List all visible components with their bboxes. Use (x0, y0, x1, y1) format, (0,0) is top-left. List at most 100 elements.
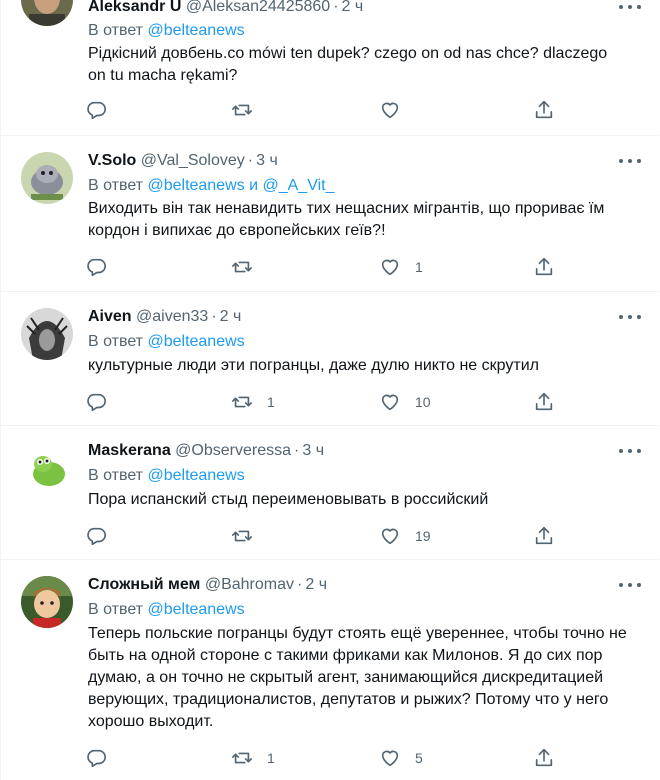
tweet-feed: Aleksandr U @Aleksan24425860 · 2 ч В ответ… (0, 0, 660, 780)
reply-prefix: В ответ (88, 333, 144, 350)
tweet-header: Aiven @aiven33 · 2 ч (88, 307, 599, 327)
display-name[interactable]: Сложный мем (88, 576, 200, 593)
like-icon (381, 102, 399, 119)
like-button[interactable] (379, 98, 415, 122)
tweet-header: Maskerana @Observeressa · 3 ч (88, 441, 599, 461)
like-button[interactable]: 1 (379, 255, 423, 279)
reply-to-link[interactable]: @belteanews и @_A_Vit_ (147, 177, 334, 194)
avatar[interactable] (21, 576, 73, 628)
tweet-text: культурные люди эти погранцы, даже дулю … (88, 357, 539, 374)
tweet-actions (85, 98, 559, 122)
reply-icon (87, 258, 106, 277)
more-icon[interactable] (619, 0, 641, 15)
more-icon[interactable] (619, 153, 641, 169)
retweet-button[interactable] (231, 255, 267, 279)
tweet[interactable]: Maskerana @Observeressa · 3 ч В ответ @bel… (1, 426, 659, 560)
reply-to-link[interactable]: @belteanews (147, 601, 244, 618)
retweet-count: 1 (267, 750, 275, 766)
share-icon (535, 100, 553, 119)
timestamp[interactable]: 3 ч (256, 152, 278, 169)
avatar[interactable] (21, 0, 73, 26)
share-button[interactable] (533, 746, 555, 770)
retweet-button[interactable] (231, 524, 267, 548)
reply-prefix: В ответ (88, 22, 144, 39)
timestamp[interactable]: 2 ч (342, 0, 364, 15)
retweet-icon (232, 396, 252, 408)
reply-icon (87, 749, 106, 768)
user-handle[interactable]: @Aleksan24425860 (186, 0, 330, 15)
like-icon (381, 394, 399, 411)
share-icon (535, 526, 553, 545)
tweet[interactable]: Сложный мем @Bahromav · 2 ч В ответ @belte… (1, 560, 659, 780)
tweet[interactable]: V.Solo @Val_Solovey · 3 ч В ответ @beltean… (1, 136, 659, 292)
like-button[interactable]: 10 (379, 390, 431, 414)
like-count: 5 (415, 750, 423, 766)
reply-button[interactable] (85, 98, 107, 122)
retweet-button[interactable]: 1 (231, 746, 275, 770)
like-button[interactable]: 5 (379, 746, 423, 770)
like-icon (381, 259, 399, 276)
tweet-actions: 1 (85, 255, 559, 279)
timestamp[interactable]: 2 ч (305, 576, 327, 593)
display-name[interactable]: Maskerana (88, 442, 171, 459)
reply-to-link[interactable]: @belteanews (147, 467, 244, 484)
reply-to-link[interactable]: @belteanews (147, 22, 244, 39)
like-icon (381, 528, 399, 545)
display-name[interactable]: V.Solo (88, 152, 136, 169)
user-handle[interactable]: @Observeressa (175, 442, 291, 459)
reply-button[interactable] (85, 524, 107, 548)
tweet-text: Пора испанский стыд переименовывать в ро… (88, 491, 489, 508)
timestamp[interactable]: 3 ч (302, 442, 324, 459)
reply-context: В ответ @belteanews (88, 21, 245, 41)
like-count: 19 (415, 528, 431, 544)
retweet-icon (232, 261, 252, 273)
reply-prefix: В ответ (88, 601, 144, 618)
like-count: 1 (415, 259, 423, 275)
tweet-actions: 19 (85, 524, 559, 548)
reply-icon (87, 527, 106, 546)
avatar[interactable] (21, 442, 73, 494)
share-icon (535, 748, 553, 767)
timestamp[interactable]: 2 ч (220, 308, 242, 325)
more-icon[interactable] (619, 309, 641, 325)
reply-button[interactable] (85, 746, 107, 770)
reply-context: В ответ @belteanews (88, 466, 245, 486)
tweet-actions: 1 10 (85, 390, 559, 414)
share-icon (535, 257, 553, 276)
user-handle[interactable]: @aiven33 (136, 308, 208, 325)
more-icon[interactable] (619, 577, 641, 593)
like-button[interactable]: 19 (379, 524, 431, 548)
retweet-icon (232, 530, 252, 542)
tweet[interactable]: Aiven @aiven33 · 2 ч В ответ @belteanews к… (1, 292, 659, 426)
retweet-button[interactable] (231, 98, 267, 122)
reply-prefix: В ответ (88, 467, 144, 484)
tweet-text: Виходить він так ненавидить тих нещасних… (88, 200, 605, 239)
reply-button[interactable] (85, 255, 107, 279)
tweet[interactable]: Aleksandr U @Aleksan24425860 · 2 ч В ответ… (1, 0, 659, 136)
user-handle[interactable]: @Val_Solovey (141, 152, 245, 169)
share-icon (535, 392, 553, 411)
more-icon[interactable] (619, 443, 641, 459)
reply-prefix: В ответ (88, 177, 144, 194)
avatar[interactable] (21, 308, 73, 360)
separator-dot: · (297, 576, 303, 593)
reply-to-link[interactable]: @belteanews (147, 333, 244, 350)
separator-dot: · (247, 152, 254, 169)
reply-context: В ответ @belteanews (88, 332, 245, 352)
avatar[interactable] (21, 152, 73, 204)
reply-icon (87, 101, 106, 120)
share-button[interactable] (533, 524, 555, 548)
share-button[interactable] (533, 98, 555, 122)
display-name[interactable]: Aiven (88, 308, 132, 325)
user-handle[interactable]: @Bahromav (205, 576, 294, 593)
separator-dot: · (333, 0, 339, 15)
reply-button[interactable] (85, 390, 107, 414)
tweet-header: Сложный мем @Bahromav · 2 ч (88, 575, 599, 595)
reply-context: В ответ @belteanews и @_A_Vit_ (88, 176, 334, 196)
retweet-button[interactable]: 1 (231, 390, 275, 414)
share-button[interactable] (533, 255, 555, 279)
tweet-header: Aleksandr U @Aleksan24425860 · 2 ч (88, 0, 599, 17)
like-icon (381, 750, 399, 767)
display-name[interactable]: Aleksandr U (88, 0, 181, 15)
share-button[interactable] (533, 390, 555, 414)
